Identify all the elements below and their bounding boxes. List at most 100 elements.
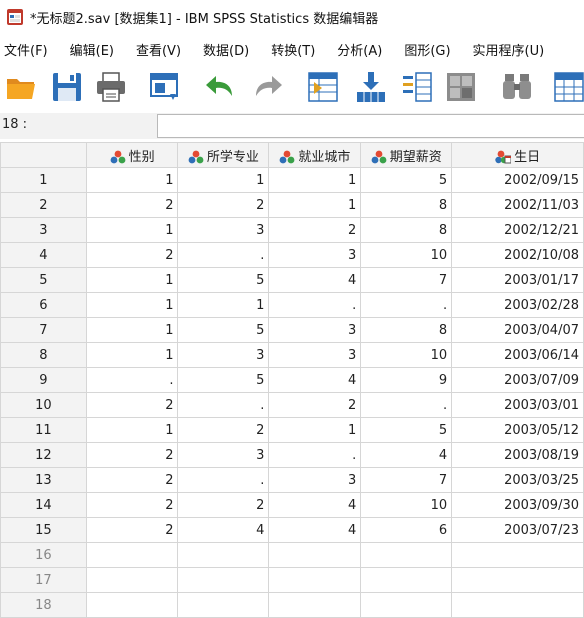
column-header-3[interactable]: 就业城市 [268, 142, 362, 168]
data-cell[interactable]: 2002/12/21 [451, 217, 584, 243]
data-cell[interactable]: 2 [85, 392, 179, 418]
variables-icon[interactable] [400, 70, 434, 104]
goto-variable-icon[interactable] [354, 70, 388, 104]
column-header-1[interactable]: 性别 [85, 142, 179, 168]
row-number[interactable]: 15 [0, 517, 87, 543]
data-cell[interactable]: 2003/06/14 [451, 342, 584, 368]
row-number[interactable]: 16 [0, 542, 87, 568]
data-cell[interactable]: 2 [85, 442, 179, 468]
data-cell[interactable]: 1 [177, 167, 270, 193]
data-cell[interactable]: . [85, 367, 179, 393]
data-cell[interactable]: 1 [85, 292, 179, 318]
data-cell[interactable]: 2002/09/15 [451, 167, 584, 193]
row-number[interactable]: 8 [0, 342, 87, 368]
cell-value-input[interactable] [157, 114, 584, 138]
data-cell[interactable] [451, 567, 584, 593]
menu-view[interactable]: 查看(V) [136, 40, 181, 59]
menu-edit[interactable]: 编辑(E) [70, 40, 114, 59]
data-cell[interactable]: 9 [360, 367, 453, 393]
data-cell[interactable]: 8 [360, 317, 453, 343]
data-cell[interactable]: . [177, 242, 270, 268]
data-cell[interactable]: 2003/02/28 [451, 292, 584, 318]
row-number[interactable]: 5 [0, 267, 87, 293]
column-header-5[interactable]: 生日 [451, 142, 584, 168]
row-number[interactable]: 3 [0, 217, 87, 243]
data-cell[interactable]: 4 [268, 517, 362, 543]
data-cell[interactable]: 2003/03/01 [451, 392, 584, 418]
data-cell[interactable]: 2 [85, 242, 179, 268]
data-cell[interactable]: 1 [85, 167, 179, 193]
data-cell[interactable]: 3 [268, 467, 362, 493]
data-cell[interactable] [360, 567, 453, 593]
data-cell[interactable]: 3 [268, 342, 362, 368]
data-cell[interactable]: 5 [360, 417, 453, 443]
dialog-recall-icon[interactable] [148, 70, 182, 104]
data-cell[interactable] [360, 592, 453, 618]
data-cell[interactable]: 1 [85, 417, 179, 443]
data-cell[interactable]: 2002/10/08 [451, 242, 584, 268]
column-header-2[interactable]: 所学专业 [177, 142, 270, 168]
menu-transform[interactable]: 转换(T) [271, 40, 315, 59]
data-cell[interactable]: 6 [360, 517, 453, 543]
data-cell[interactable]: 10 [360, 492, 453, 518]
print-icon[interactable] [94, 70, 128, 104]
row-number[interactable]: 6 [0, 292, 87, 318]
data-cell[interactable]: 3 [268, 317, 362, 343]
data-cell[interactable]: 4 [268, 492, 362, 518]
data-cell[interactable]: 3 [177, 217, 270, 243]
goto-case-icon[interactable] [306, 70, 340, 104]
data-cell[interactable] [177, 592, 270, 618]
data-cell[interactable]: 2 [268, 392, 362, 418]
data-cell[interactable]: 3 [177, 442, 270, 468]
data-cell[interactable]: 2 [177, 492, 270, 518]
find-icon[interactable] [500, 70, 534, 104]
column-header-4[interactable]: 期望薪资 [360, 142, 453, 168]
data-cell[interactable]: . [360, 392, 453, 418]
data-cell[interactable]: 4 [268, 267, 362, 293]
data-cell[interactable]: 1 [177, 292, 270, 318]
data-cell[interactable] [177, 567, 270, 593]
data-cell[interactable]: . [177, 467, 270, 493]
row-number[interactable]: 2 [0, 192, 87, 218]
row-number[interactable]: 7 [0, 317, 87, 343]
data-cell[interactable]: 7 [360, 267, 453, 293]
data-cell[interactable]: 2 [85, 517, 179, 543]
data-cell[interactable]: 5 [360, 167, 453, 193]
save-icon[interactable] [50, 70, 84, 104]
menu-graphs[interactable]: 图形(G) [404, 40, 450, 59]
undo-icon[interactable] [204, 70, 238, 104]
data-cell[interactable] [85, 567, 179, 593]
menu-data[interactable]: 数据(D) [203, 40, 249, 59]
data-cell[interactable]: 3 [268, 242, 362, 268]
data-cell[interactable]: 2003/08/19 [451, 442, 584, 468]
data-cell[interactable] [177, 542, 270, 568]
row-number[interactable]: 13 [0, 467, 87, 493]
data-cell[interactable]: 1 [85, 342, 179, 368]
data-cell[interactable]: 2003/03/25 [451, 467, 584, 493]
data-cell[interactable]: 2 [177, 417, 270, 443]
data-cell[interactable] [268, 592, 362, 618]
data-cell[interactable]: 5 [177, 267, 270, 293]
data-cell[interactable]: 5 [177, 367, 270, 393]
corner-cell[interactable] [0, 142, 87, 168]
data-cell[interactable]: 1 [85, 217, 179, 243]
data-cell[interactable]: 1 [268, 167, 362, 193]
data-cell[interactable] [451, 592, 584, 618]
data-cell[interactable]: 2003/01/17 [451, 267, 584, 293]
data-cell[interactable]: 2 [177, 192, 270, 218]
redo-icon[interactable] [250, 70, 284, 104]
data-cell[interactable]: 3 [177, 342, 270, 368]
data-cell[interactable]: 4 [177, 517, 270, 543]
menu-utilities[interactable]: 实用程序(U) [473, 40, 545, 59]
data-cell[interactable]: 4 [360, 442, 453, 468]
row-number[interactable]: 10 [0, 392, 87, 418]
row-number[interactable]: 4 [0, 242, 87, 268]
row-number[interactable]: 11 [0, 417, 87, 443]
data-cell[interactable] [85, 592, 179, 618]
row-number[interactable]: 9 [0, 367, 87, 393]
data-cell[interactable] [360, 542, 453, 568]
data-cell[interactable]: 1 [85, 267, 179, 293]
data-cell[interactable]: 2003/07/09 [451, 367, 584, 393]
menu-analyze[interactable]: 分析(A) [337, 40, 382, 59]
data-cell[interactable]: 2002/11/03 [451, 192, 584, 218]
